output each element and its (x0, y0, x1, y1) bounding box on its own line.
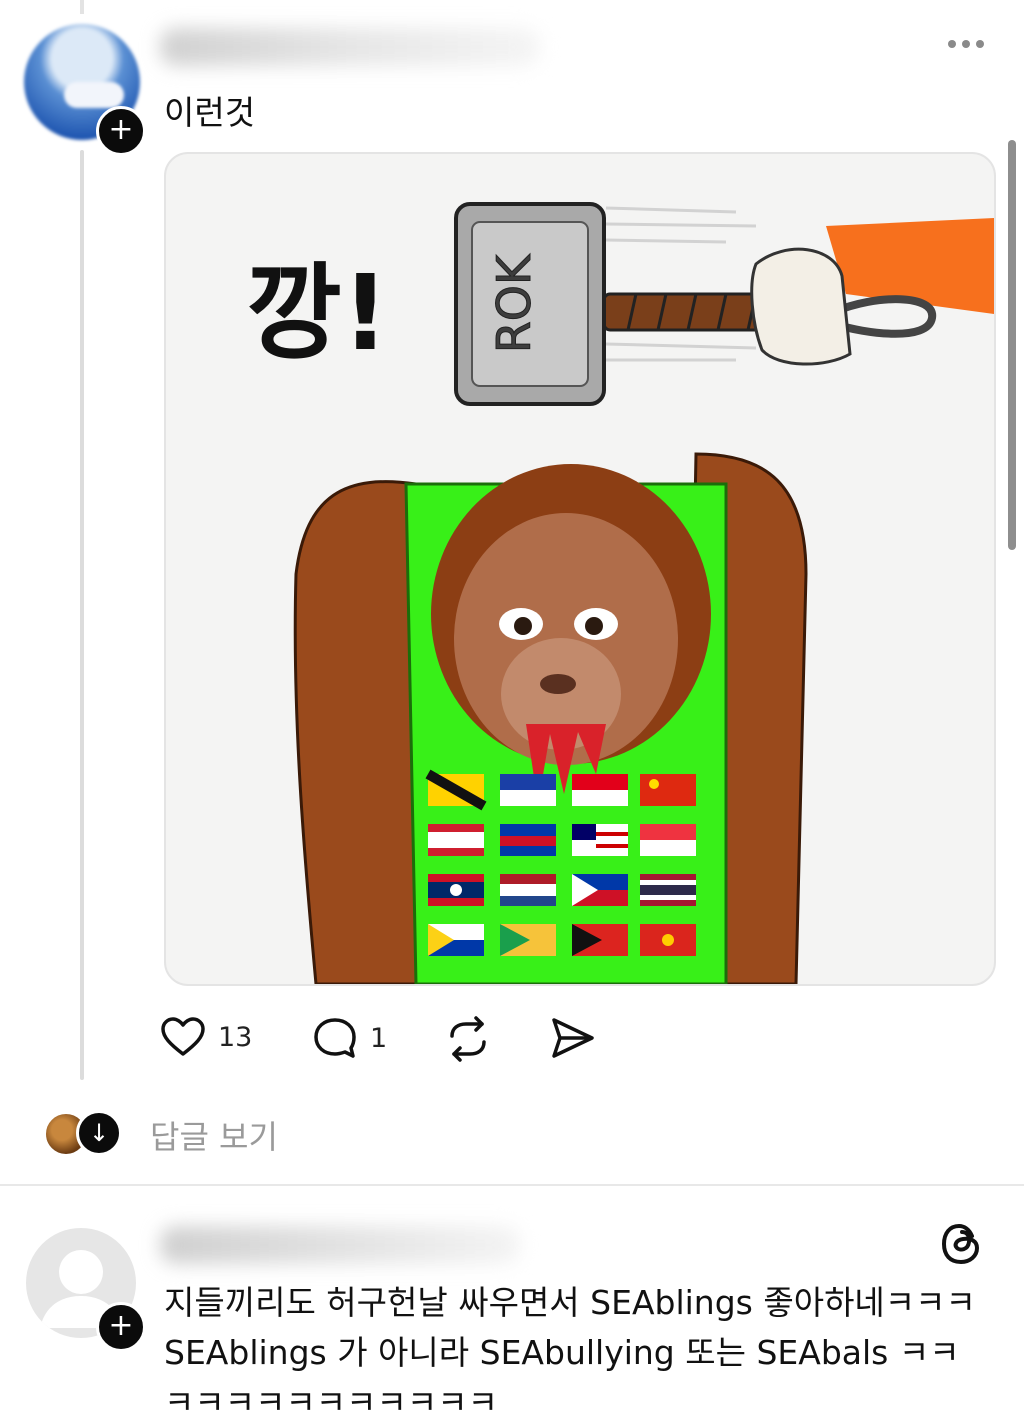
comment-count: 1 (370, 1022, 388, 1054)
post-line: 지들끼리도 허구헌날 싸우면서 SEAblings 좋아하네ㅋㅋㅋ (164, 1283, 976, 1322)
username-redacted (160, 1226, 520, 1264)
scrollbar[interactable] (1008, 140, 1016, 550)
sound-effect-text: 깡! (246, 252, 389, 374)
gloved-hand (750, 247, 852, 366)
thread-connector (80, 150, 84, 1080)
post-line: ㅋㅋㅋㅋㅋㅋㅋㅋㅋㅋㅋ (164, 1383, 498, 1422)
threads-logo-icon[interactable] (938, 1220, 986, 1268)
hammer-text: ROK (487, 253, 541, 353)
post-text: 이런것 (164, 93, 256, 132)
follow-plus-icon[interactable]: + (96, 106, 146, 156)
post-text: 지들끼리도 허구헌날 싸우면서 SEAblings 좋아하네ㅋㅋㅋ SEAbli… (164, 1278, 1004, 1428)
meme-illustration: ROK 깡! (246, 202, 994, 984)
repost-button[interactable] (444, 1016, 492, 1062)
post-divider (0, 1184, 1024, 1186)
repost-icon (450, 1016, 486, 1062)
heart-icon (161, 1017, 205, 1056)
arrow-down-icon[interactable]: ↓ (76, 1110, 122, 1156)
like-button[interactable]: 13 (160, 1016, 252, 1058)
post-actions: 13 1 (160, 1016, 620, 1072)
comment-icon (314, 1018, 356, 1058)
speed-lines (605, 206, 757, 362)
post-image[interactable]: ROK 깡! (164, 152, 996, 986)
like-count: 13 (218, 1021, 253, 1053)
post-line: SEAblings 가 아니라 SEAbullying 또는 SEAbals ㅋ… (164, 1333, 960, 1372)
follow-plus-icon[interactable]: + (96, 1302, 146, 1352)
thread-connector-top (80, 0, 84, 14)
more-horizontal-icon[interactable] (948, 40, 984, 48)
view-replies-link[interactable]: 답글 보기 (150, 1112, 278, 1158)
share-button[interactable] (550, 1016, 596, 1060)
left-arm (293, 480, 418, 984)
send-icon (552, 1018, 594, 1058)
comment-button[interactable]: 1 (312, 1016, 387, 1060)
username-redacted (160, 28, 540, 66)
